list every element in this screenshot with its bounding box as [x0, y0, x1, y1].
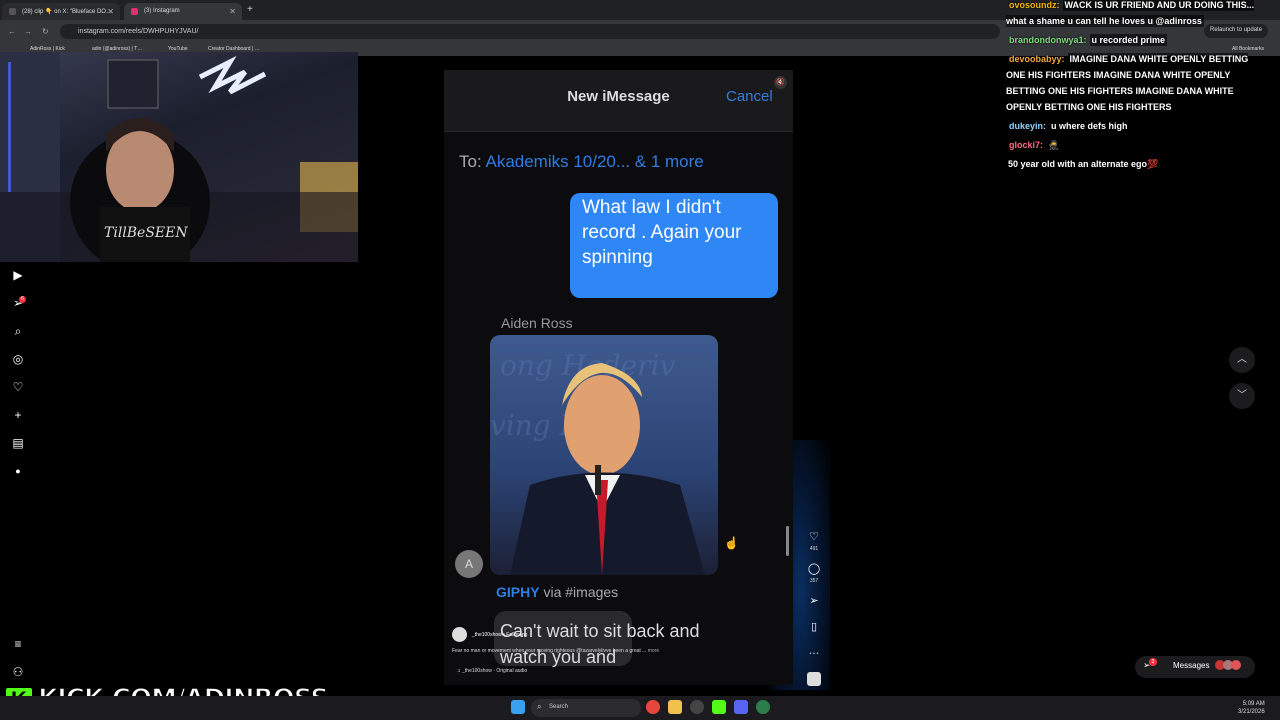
chat-message: dukeyin: u where defs high — [1006, 118, 1130, 134]
giphy-line: GIPHY via #images — [496, 584, 618, 600]
forward-icon[interactable]: → — [24, 27, 32, 36]
caption-more[interactable]: more — [648, 648, 659, 654]
threads-icon[interactable]: ⚇ — [11, 665, 25, 679]
menu-icon[interactable]: ≡ — [11, 637, 25, 651]
received-message-text: Can't wait to sit back and watch you and — [500, 621, 700, 667]
chat-username: brandondonwya1: — [1009, 35, 1087, 45]
x-favicon-icon — [9, 8, 16, 15]
webcam-overlay: TillBeSEEN — [0, 52, 358, 262]
chat-text: u recorded prime — [1089, 34, 1168, 46]
chrome-active-icon[interactable] — [756, 700, 770, 714]
audio-thumb-icon[interactable] — [807, 672, 821, 686]
gif-portrait: ong Hederiv ving Fed — [490, 349, 705, 575]
instagram-favicon-icon — [131, 8, 138, 15]
search-placeholder: Search — [549, 704, 569, 710]
reload-icon[interactable]: ↻ — [42, 27, 49, 36]
taskbar-search[interactable]: ⌕ Search — [531, 699, 641, 717]
audio-text: _the100show · Original audio — [462, 668, 528, 674]
contact-avatar: A — [455, 550, 483, 578]
giphy-suffix: via #images — [543, 584, 619, 600]
explore-icon[interactable]: ◎ — [11, 352, 25, 366]
author-name[interactable]: _the100show — [472, 632, 502, 638]
share-icon[interactable]: ➢ — [806, 594, 822, 607]
back-icon[interactable]: ← — [8, 27, 16, 36]
chat-username: dukeyin: — [1009, 121, 1047, 131]
messages-button[interactable]: ➢ 3 Messages — [1135, 656, 1255, 678]
sender-name: Aiden Ross — [501, 315, 573, 331]
cursor-icon: ☝ — [724, 536, 739, 550]
create-icon[interactable]: + — [11, 408, 25, 422]
browser-tab-x[interactable]: (28) clip 👇 on X: "Blueface DO… ✕ — [2, 3, 120, 20]
browser-tab-instagram[interactable]: (3) Instagram ✕ — [124, 3, 242, 20]
audio-label[interactable]: ♫ _the100show · Original audio — [457, 668, 527, 674]
taskbar-clock[interactable]: 5:09 AM 3/21/2026 — [1238, 700, 1265, 716]
author-avatar[interactable] — [452, 627, 467, 642]
sent-message-bubble: What law I didn't record . Again your sp… — [570, 193, 778, 298]
caption-text: Fear no man or movement when your moving… — [452, 648, 647, 654]
like-icon[interactable]: ♡ — [806, 530, 822, 543]
previous-reel-button[interactable]: ︿ — [1229, 347, 1255, 373]
svg-text:TillBeSEEN: TillBeSEEN — [104, 225, 188, 241]
author-row: _the100show • Following — [472, 632, 527, 638]
next-reel-button[interactable]: ﹀ — [1229, 383, 1255, 409]
url-text: instagram.com/reels/DWHPUHYJVAU/ — [78, 28, 199, 35]
chat-text: 🥷 — [1046, 139, 1062, 151]
reels-icon[interactable]: ▶ — [11, 268, 25, 282]
kick-app-icon[interactable] — [712, 700, 726, 714]
profile-icon[interactable]: ● — [11, 464, 25, 478]
chat-username: glocki7: — [1009, 140, 1044, 150]
close-tab-icon[interactable]: ✕ — [107, 7, 114, 16]
date: 3/21/2026 — [1238, 709, 1265, 715]
start-icon[interactable] — [511, 700, 525, 714]
cancel-label: Cancel — [726, 88, 773, 105]
caption: Fear no man or movement when your moving… — [452, 648, 772, 654]
comment-count: 357 — [809, 578, 819, 584]
discord-icon[interactable] — [734, 700, 748, 714]
chat-message: brandondonwya1: u recorded prime — [1006, 32, 1168, 48]
new-tab-button[interactable]: + — [247, 4, 253, 15]
heart-icon[interactable]: ♡ — [11, 380, 25, 394]
reel-scrollbar[interactable] — [786, 526, 789, 556]
avatar — [1231, 660, 1241, 670]
file-explorer-icon[interactable] — [668, 700, 682, 714]
chrome-icon[interactable] — [646, 700, 660, 714]
messages-badge: 3 — [1149, 658, 1157, 666]
tab-title: (28) clip 👇 on X: "Blueface DO… — [22, 9, 112, 15]
chat-username: devoobabyy: — [1009, 54, 1065, 64]
chat-message: glocki7: 🥷 — [1006, 137, 1062, 153]
chat-message: devoobabyy: IMAGINE DANA WHITE OPENLY BET… — [1006, 51, 1268, 115]
chat-message: 50 year old with an alternate ego💯 — [1006, 156, 1161, 172]
chat-text: u where defs high — [1049, 120, 1130, 132]
chat-message: ovosoundz: WACK IS UR FRIEND AND UR DOING… — [1006, 0, 1270, 29]
recipients: Akademiks 10/20... & 1 more — [485, 152, 704, 171]
comment-icon[interactable]: ◯ — [806, 562, 822, 575]
chat-username: ovosoundz: — [1009, 0, 1060, 10]
settings-icon[interactable] — [690, 700, 704, 714]
messages-label: Messages — [1173, 661, 1210, 670]
dashboard-icon[interactable]: ▤ — [11, 436, 25, 450]
tab-title: (3) Instagram — [144, 8, 180, 14]
recipient-line: To: Akademiks 10/20... & 1 more — [459, 152, 704, 172]
webcam-scene: TillBeSEEN — [0, 52, 358, 262]
following-label[interactable]: • Following — [503, 632, 527, 638]
notification-badge: 6 — [19, 296, 26, 303]
url-field[interactable]: instagram.com/reels/DWHPUHYJVAU/ — [60, 24, 1000, 39]
search-icon: ⌕ — [537, 702, 542, 711]
like-count: 491 — [809, 546, 819, 552]
close-tab-icon[interactable]: ✕ — [229, 7, 236, 16]
search-icon[interactable]: ⌕ — [11, 324, 25, 338]
chat-text: 50 year old with an alternate ego💯 — [1006, 158, 1161, 170]
time: 5:09 AM — [1242, 701, 1265, 707]
reel-video[interactable]: New iMessage Cancel 🔇 To: Akademiks 10/2… — [444, 70, 793, 685]
more-icon[interactable]: … — [806, 645, 822, 657]
to-prefix: To: — [459, 152, 482, 171]
gif-image: ong Hederiv ving Fed — [490, 335, 718, 575]
save-icon[interactable]: ▯ — [806, 620, 822, 633]
mute-icon[interactable]: 🔇 — [774, 76, 787, 89]
giphy-label: GIPHY — [496, 584, 540, 600]
